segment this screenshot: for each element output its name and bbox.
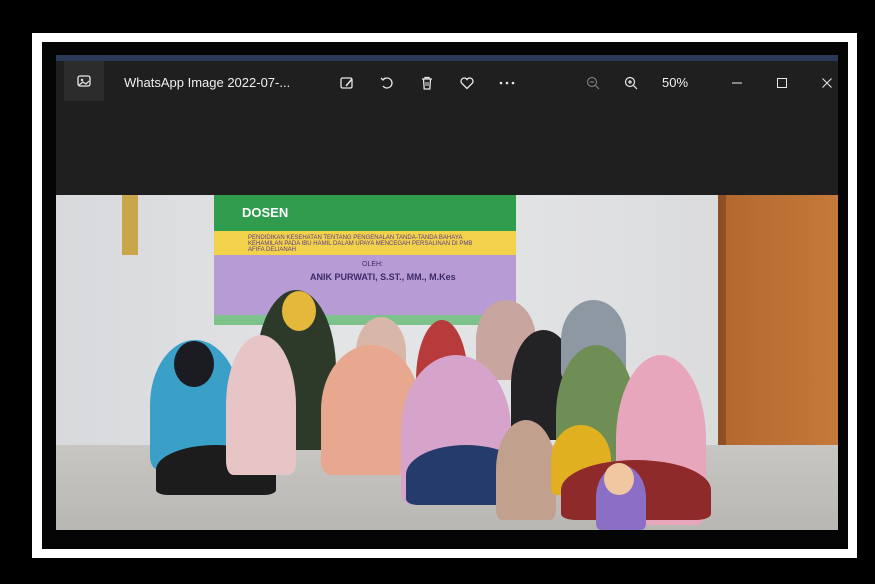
close-button[interactable]	[814, 70, 838, 96]
photo-image: DOSEN PENDIDIKAN KESEHATAN TENTANG PENGE…	[56, 195, 838, 530]
app-button[interactable]	[64, 61, 104, 101]
delete-button[interactable]	[414, 70, 440, 96]
trash-icon	[422, 76, 432, 90]
minimize-icon	[732, 82, 742, 84]
photo-person	[496, 420, 556, 520]
maximize-icon	[777, 78, 787, 88]
close-icon	[822, 78, 832, 88]
photo-banner: DOSEN PENDIDIKAN KESEHATAN TENTANG PENGE…	[214, 195, 516, 325]
rotate-button[interactable]	[374, 70, 400, 96]
photo-person	[226, 335, 296, 475]
window-title: WhatsApp Image 2022-07-...	[124, 75, 291, 90]
photo-viewer-window: WhatsApp Image 2022-07-... 50% DOSEN PEN…	[56, 55, 838, 530]
rotate-icon	[380, 77, 393, 89]
heart-icon	[460, 77, 474, 90]
photo-person-head	[282, 291, 316, 331]
maximize-button[interactable]	[769, 70, 795, 96]
more-icon	[499, 81, 515, 85]
zoom-in-button[interactable]	[618, 70, 644, 96]
edit-button[interactable]	[334, 70, 360, 96]
banner-oleh: OLEH:	[362, 261, 384, 268]
banner-name: ANIK PURWATI, S.ST., MM., M.Kes	[310, 272, 456, 282]
minimize-button[interactable]	[724, 70, 750, 96]
photos-app-icon	[77, 75, 91, 87]
zoom-level[interactable]: 50%	[662, 75, 688, 90]
photo-person-head	[604, 463, 634, 495]
banner-subtitle: PENDIDIKAN KESEHATAN TENTANG PENGENALAN …	[248, 235, 473, 253]
banner-title: DOSEN	[242, 205, 289, 220]
photo-person-head	[174, 341, 214, 387]
zoom-in-icon	[624, 76, 638, 90]
photo-window-frame	[122, 195, 138, 255]
favorite-button[interactable]	[454, 70, 480, 96]
edit-image-icon	[340, 77, 353, 89]
title-bar: WhatsApp Image 2022-07-... 50%	[56, 61, 838, 105]
more-button[interactable]	[494, 70, 520, 96]
zoom-out-button[interactable]	[580, 70, 606, 96]
zoom-out-icon	[586, 76, 600, 90]
